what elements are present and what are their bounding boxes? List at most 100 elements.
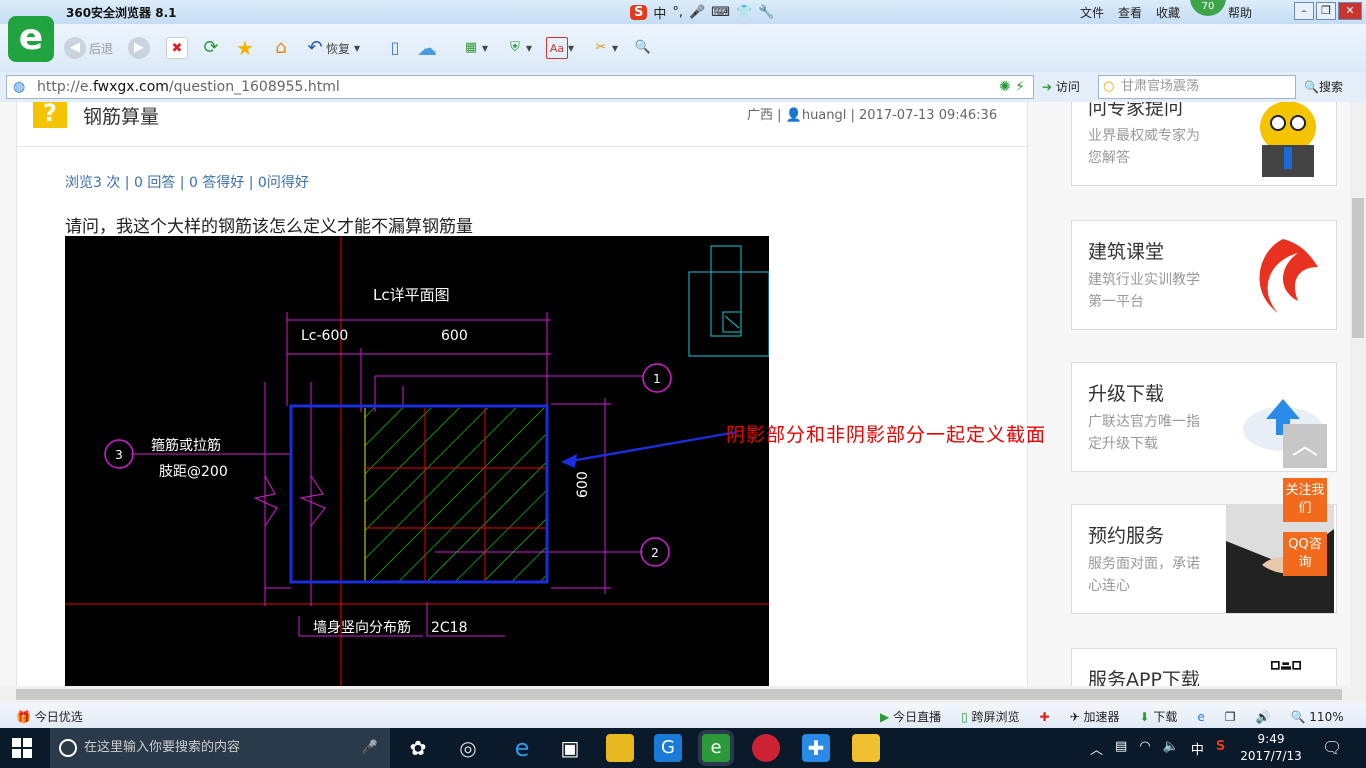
follow-us-button[interactable]: 关注我们 bbox=[1283, 478, 1327, 522]
back-to-top-button[interactable]: ︿ bbox=[1283, 424, 1327, 468]
glodon-icon[interactable]: G bbox=[654, 734, 682, 762]
phone-button[interactable]: ▯ bbox=[384, 36, 406, 60]
callout-2: 2 bbox=[651, 546, 659, 560]
minimize-button[interactable]: – bbox=[1294, 2, 1314, 20]
mic-icon[interactable]: 🎤 bbox=[689, 5, 705, 20]
question-meta[interactable]: 广西 | 👤huangl | 2017-07-13 09:46:36 bbox=[747, 104, 997, 123]
url-input[interactable]: ◍ http://e.fwxgx.com/question_1608955.ht… bbox=[6, 75, 1034, 99]
restore-button[interactable]: ↶ 恢复 ▾ bbox=[304, 36, 360, 60]
translate-button[interactable]: Aa ▾ bbox=[546, 36, 574, 60]
label-spacing: 肢距@200 bbox=[159, 464, 228, 480]
screenshot-button[interactable]: ✂ ▾ bbox=[590, 36, 618, 60]
plus-icon[interactable]: ✚ bbox=[1040, 710, 1050, 724]
question-stats[interactable]: 浏览3 次 | 0 回答 | 0 答得好 | 0问得好 bbox=[65, 172, 309, 192]
menu-help[interactable]: 帮助 bbox=[1228, 4, 1252, 21]
home-button[interactable]: ⌂ bbox=[270, 36, 292, 60]
cross-screen-button[interactable]: ▯ 跨屏浏览 bbox=[961, 708, 1019, 725]
speaker-icon[interactable]: 🔈 bbox=[1163, 739, 1179, 758]
qq-consult-button[interactable]: QQ咨询 bbox=[1283, 532, 1327, 576]
360-browser-taskbar-icon[interactable]: e bbox=[702, 734, 730, 762]
undo-icon: ↶ bbox=[307, 37, 323, 58]
star-icon: ★ bbox=[236, 36, 254, 60]
zoom-button[interactable]: 🔍 bbox=[632, 36, 654, 60]
download-button[interactable]: ⬇ 下载 bbox=[1140, 708, 1178, 725]
card-title: 升级下载 bbox=[1088, 383, 1165, 405]
keyboard-icon[interactable]: ⌨ bbox=[711, 5, 730, 20]
app-icon-red[interactable] bbox=[752, 734, 780, 762]
page-content: ? 钢筋算量 广西 | 👤huangl | 2017-07-13 09:46:3… bbox=[0, 102, 1366, 686]
network-icon[interactable]: ▤ bbox=[1115, 739, 1127, 758]
menu-file[interactable]: 文件 bbox=[1080, 4, 1104, 21]
back-button[interactable]: ◀ 后退 bbox=[64, 36, 113, 60]
notes-icon[interactable] bbox=[852, 734, 880, 762]
card-ask-expert[interactable]: 问专家提问 业界最权威专家为您解答 bbox=[1071, 102, 1337, 186]
stop-icon: ✖ bbox=[166, 37, 188, 59]
card-building-class[interactable]: 建筑课堂 建筑行业实训教学第一平台 bbox=[1071, 220, 1337, 330]
speed-icon[interactable]: ✺ ⚡ bbox=[999, 76, 1025, 98]
wrench-icon[interactable]: 🔧 bbox=[758, 5, 774, 20]
window-icon[interactable]: ❐ bbox=[1225, 710, 1236, 724]
ime-mode[interactable]: 中 bbox=[653, 3, 666, 22]
dim-right: 600 bbox=[441, 328, 468, 344]
forward-button[interactable]: ▶ bbox=[128, 36, 150, 60]
browser-logo-icon[interactable]: e bbox=[8, 16, 54, 62]
app-icon-blue[interactable]: ✚ bbox=[802, 734, 830, 762]
finance-button[interactable]: ⛨ ▾ bbox=[504, 36, 532, 60]
close-button[interactable]: ✕ bbox=[1338, 2, 1362, 20]
globe-icon: ◍ bbox=[13, 79, 26, 95]
taskbar-search-input[interactable]: 在这里输入你要搜索的内容 🎤 bbox=[50, 728, 390, 768]
windows-start-icon[interactable] bbox=[12, 738, 32, 758]
menu-view[interactable]: 查看 bbox=[1118, 4, 1142, 21]
store-icon[interactable]: ▣ bbox=[556, 734, 584, 762]
cad-drawing: 1 2 3 Lc详平面图 Lc-600 600 600 箍筋或拉筋 肢距@200… bbox=[65, 236, 770, 686]
ime-indicator[interactable]: 中 bbox=[1191, 739, 1204, 758]
today-picks[interactable]: 🎁 今日优选 bbox=[16, 708, 83, 725]
card-app-download[interactable]: 服务APP下载 bbox=[1071, 648, 1337, 686]
menu-favorites[interactable]: 收藏 bbox=[1156, 4, 1180, 21]
browser-swirl-icon[interactable]: ◎ bbox=[454, 734, 482, 762]
card-sub: 广联达官方唯一指定升级下载 bbox=[1088, 414, 1200, 452]
taskbar: 在这里输入你要搜索的内容 🎤 ✿ ◎ e ▣ G e ✚ ︿ ▤ ◠ 🔈 中 S… bbox=[0, 728, 1366, 768]
card-title: 建筑课堂 bbox=[1088, 241, 1165, 263]
cloud-button[interactable]: ☁ bbox=[416, 36, 438, 60]
go-button[interactable]: ➔ 访问 bbox=[1042, 78, 1080, 95]
vertical-scrollbar[interactable] bbox=[1350, 102, 1366, 686]
ie-icon[interactable]: e bbox=[1197, 710, 1204, 724]
file-explorer-icon[interactable] bbox=[606, 734, 634, 762]
aa-icon: Aa bbox=[546, 37, 568, 59]
zoom-level[interactable]: 🔍 110% bbox=[1291, 710, 1344, 724]
wifi-icon[interactable]: ◠ bbox=[1139, 739, 1150, 758]
clock-time: 9:49 bbox=[1257, 732, 1285, 746]
edge-icon[interactable]: e bbox=[508, 734, 536, 762]
favorite-button[interactable]: ★ bbox=[234, 36, 256, 60]
ime-toolbar[interactable]: S 中 °, 🎤 ⌨ 👕 🔧 bbox=[630, 2, 774, 22]
status-bar: 🎁 今日优选 ▶ 今日直播 ▯ 跨屏浏览 ✚ ✈ 加速器 ⬇ 下载 e ❐ 🔊 … bbox=[0, 703, 1366, 728]
phone-icon: ▯ bbox=[961, 710, 968, 724]
mic-icon[interactable]: 🎤 bbox=[362, 728, 378, 768]
phone-icon: ▯ bbox=[390, 38, 400, 57]
sogou-tray-icon[interactable]: S bbox=[1216, 739, 1225, 758]
task-view-icon[interactable]: ✿ bbox=[404, 734, 432, 762]
vertical-scroll-thumb[interactable] bbox=[1352, 198, 1364, 338]
shirt-icon[interactable]: 👕 bbox=[736, 5, 752, 20]
refresh-button[interactable]: ⟳ bbox=[200, 36, 222, 60]
search-button[interactable]: 🔍搜索 bbox=[1304, 78, 1343, 95]
class-logo-icon bbox=[1259, 239, 1318, 313]
search-input[interactable]: ○ 甘肃官场震荡 bbox=[1098, 75, 1296, 99]
horizontal-scroll-thumb[interactable] bbox=[16, 689, 1342, 700]
window-controls: – ❐ ✕ bbox=[1294, 2, 1362, 20]
notification-icon[interactable]: 🗨 bbox=[1322, 738, 1342, 757]
maximize-button[interactable]: ❐ bbox=[1316, 2, 1336, 20]
question-title: 钢筋算量 bbox=[83, 106, 160, 128]
chevron-up-icon[interactable]: ︿ bbox=[1090, 739, 1103, 758]
stop-button[interactable]: ✖ bbox=[166, 36, 188, 60]
qr-code-icon bbox=[1271, 661, 1301, 670]
live-button[interactable]: ▶ 今日直播 bbox=[880, 708, 941, 725]
ime-punct[interactable]: °, bbox=[672, 5, 683, 20]
volume-icon[interactable]: 🔊 bbox=[1256, 710, 1271, 724]
accelerator-button[interactable]: ✈ 加速器 bbox=[1070, 708, 1120, 725]
horizontal-scrollbar[interactable] bbox=[0, 686, 1366, 703]
clock[interactable]: 9:49 2017/7/13 bbox=[1238, 731, 1304, 765]
apps-button[interactable]: ▦ ▾ bbox=[460, 36, 488, 60]
sogou-icon[interactable]: S bbox=[630, 4, 648, 20]
